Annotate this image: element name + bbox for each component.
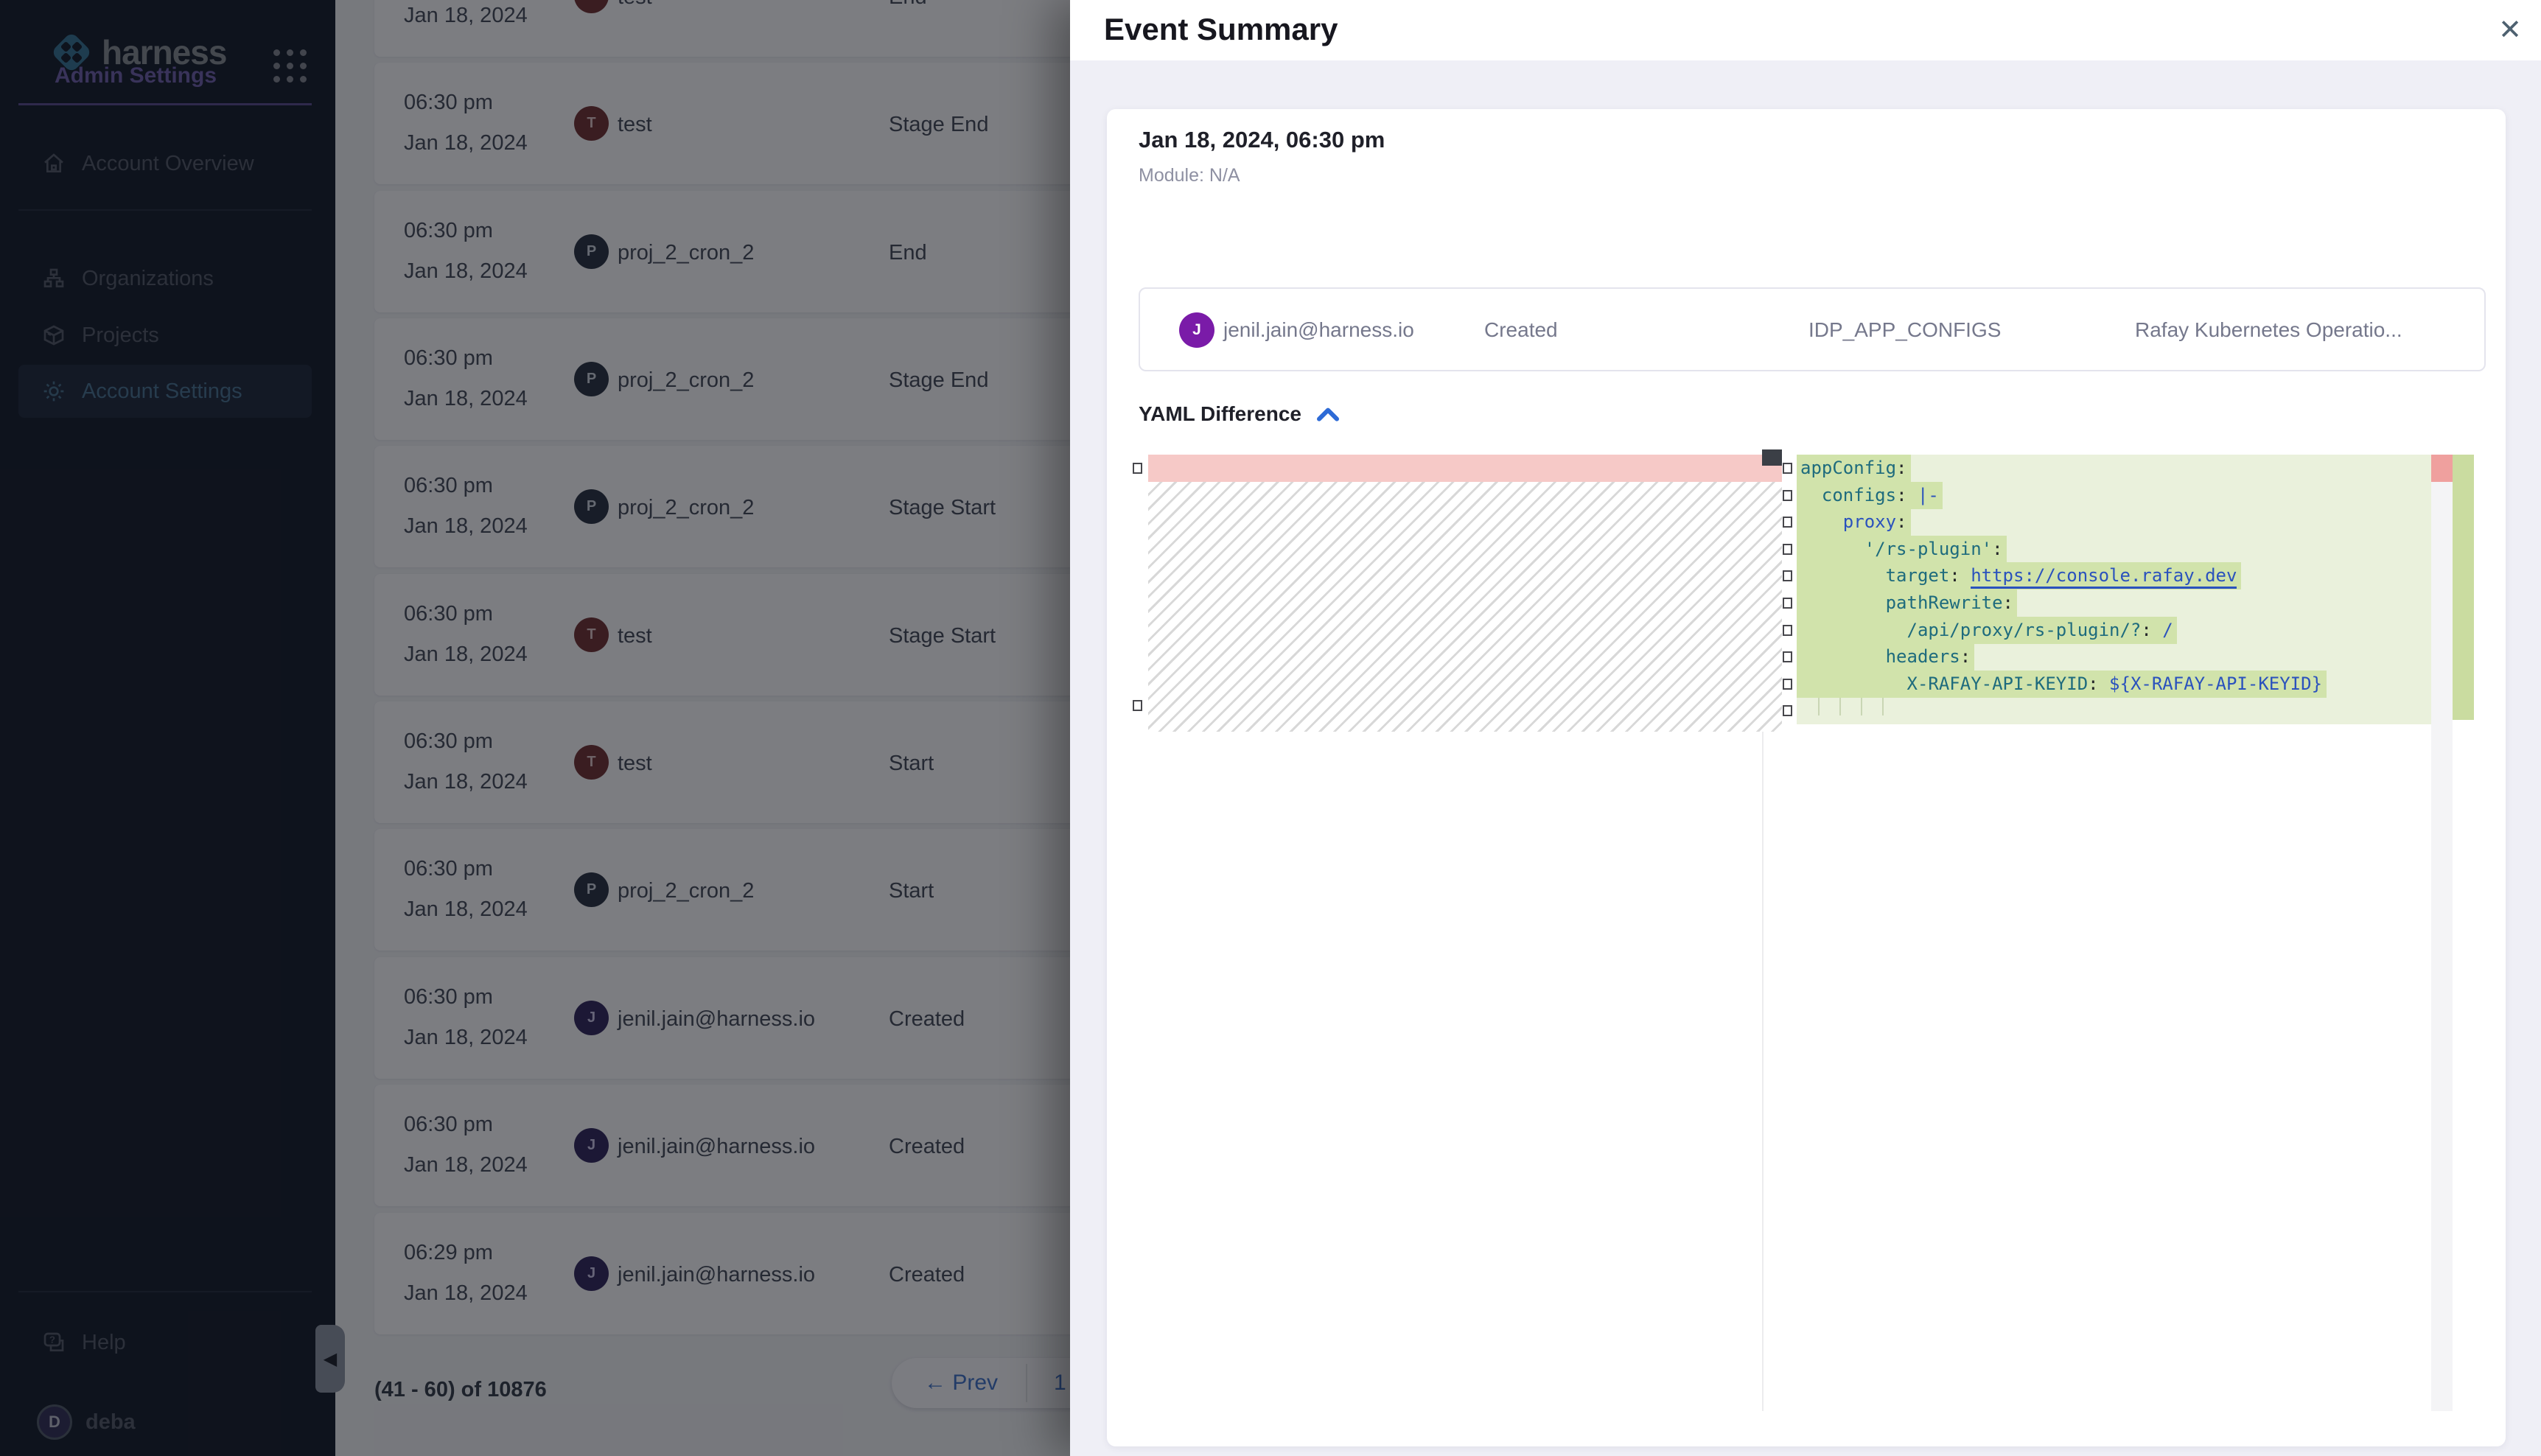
overview-ruler-removed-marker: [2431, 455, 2453, 482]
diff-line-marker-icon: [1783, 517, 1792, 528]
event-datetime: Jan 18, 2024, 06:30 pm: [1139, 127, 1385, 153]
diff-line-marker-icon: [1783, 490, 1792, 501]
diff-removed-marker: [1762, 449, 1782, 466]
yaml-difference-section: YAML Difference: [1139, 402, 1340, 426]
yaml-code-line: target: https://console.rafay.dev: [1797, 562, 2431, 589]
yaml-diff-editor[interactable]: appConfig: configs: |- proxy: '/rs-plugi…: [1125, 449, 2474, 1416]
overview-ruler-added-marker: [2453, 455, 2474, 720]
yaml-code-line: pathRewrite:: [1797, 589, 2431, 617]
event-module: Module: N/A: [1139, 165, 1240, 186]
modal-title: Event Summary: [1104, 12, 1338, 47]
diff-removed-line: [1148, 455, 1782, 482]
chevron-up-icon[interactable]: [1316, 406, 1340, 422]
diff-line-marker-icon: [1783, 651, 1792, 662]
user-avatar: J: [1179, 312, 1214, 348]
app-root: harness Admin Settings Account OverviewO…: [0, 0, 2541, 1456]
yaml-code-line: appConfig:: [1797, 455, 2431, 482]
diff-line-marker-icon: [1783, 598, 1792, 609]
yaml-code-line: /api/proxy/rs-plugin/?: /: [1797, 617, 2431, 644]
event-resource-name: Rafay Kubernetes Operatio...: [2135, 318, 2402, 342]
yaml-code-line: headers:: [1797, 643, 2431, 671]
event-action: Created: [1484, 318, 1558, 342]
diff-empty-region-hatch: [1148, 482, 1782, 732]
diff-line-marker-icon: [1783, 463, 1792, 474]
diff-line-marker-icon: [1783, 570, 1792, 581]
close-icon[interactable]: ✕: [2486, 6, 2534, 53]
diff-line-marker-icon: [1133, 463, 1142, 474]
modal-header: Event Summary ✕: [1070, 0, 2541, 60]
yaml-code-line: [1797, 697, 2431, 724]
diff-line-marker-icon: [1783, 705, 1792, 716]
yaml-code-line: configs: |-: [1797, 482, 2431, 509]
yaml-code-line: '/rs-plugin':: [1797, 536, 2431, 563]
yaml-difference-label: YAML Difference: [1139, 402, 1301, 426]
diff-line-marker-icon: [1783, 544, 1792, 555]
diff-scrollbar-track[interactable]: [2431, 455, 2453, 1411]
event-resource-type: IDP_APP_CONFIGS: [1808, 318, 2001, 342]
event-user: jenil.jain@harness.io: [1223, 318, 1414, 342]
event-table-row: J jenil.jain@harness.io Created IDP_APP_…: [1139, 287, 2486, 371]
yaml-code-line: proxy:: [1797, 508, 2431, 536]
event-summary-modal: Event Summary ✕ Jan 18, 2024, 06:30 pm M…: [1070, 0, 2541, 1456]
diff-line-marker-icon: [1133, 700, 1142, 711]
yaml-code-line: X-RAFAY-API-KEYID: ${X-RAFAY-API-KEYID}: [1797, 671, 2431, 698]
event-summary-card: Jan 18, 2024, 06:30 pm Module: N/A USERA…: [1107, 109, 2506, 1446]
diff-line-marker-icon: [1783, 679, 1792, 690]
diff-line-marker-icon: [1783, 625, 1792, 636]
